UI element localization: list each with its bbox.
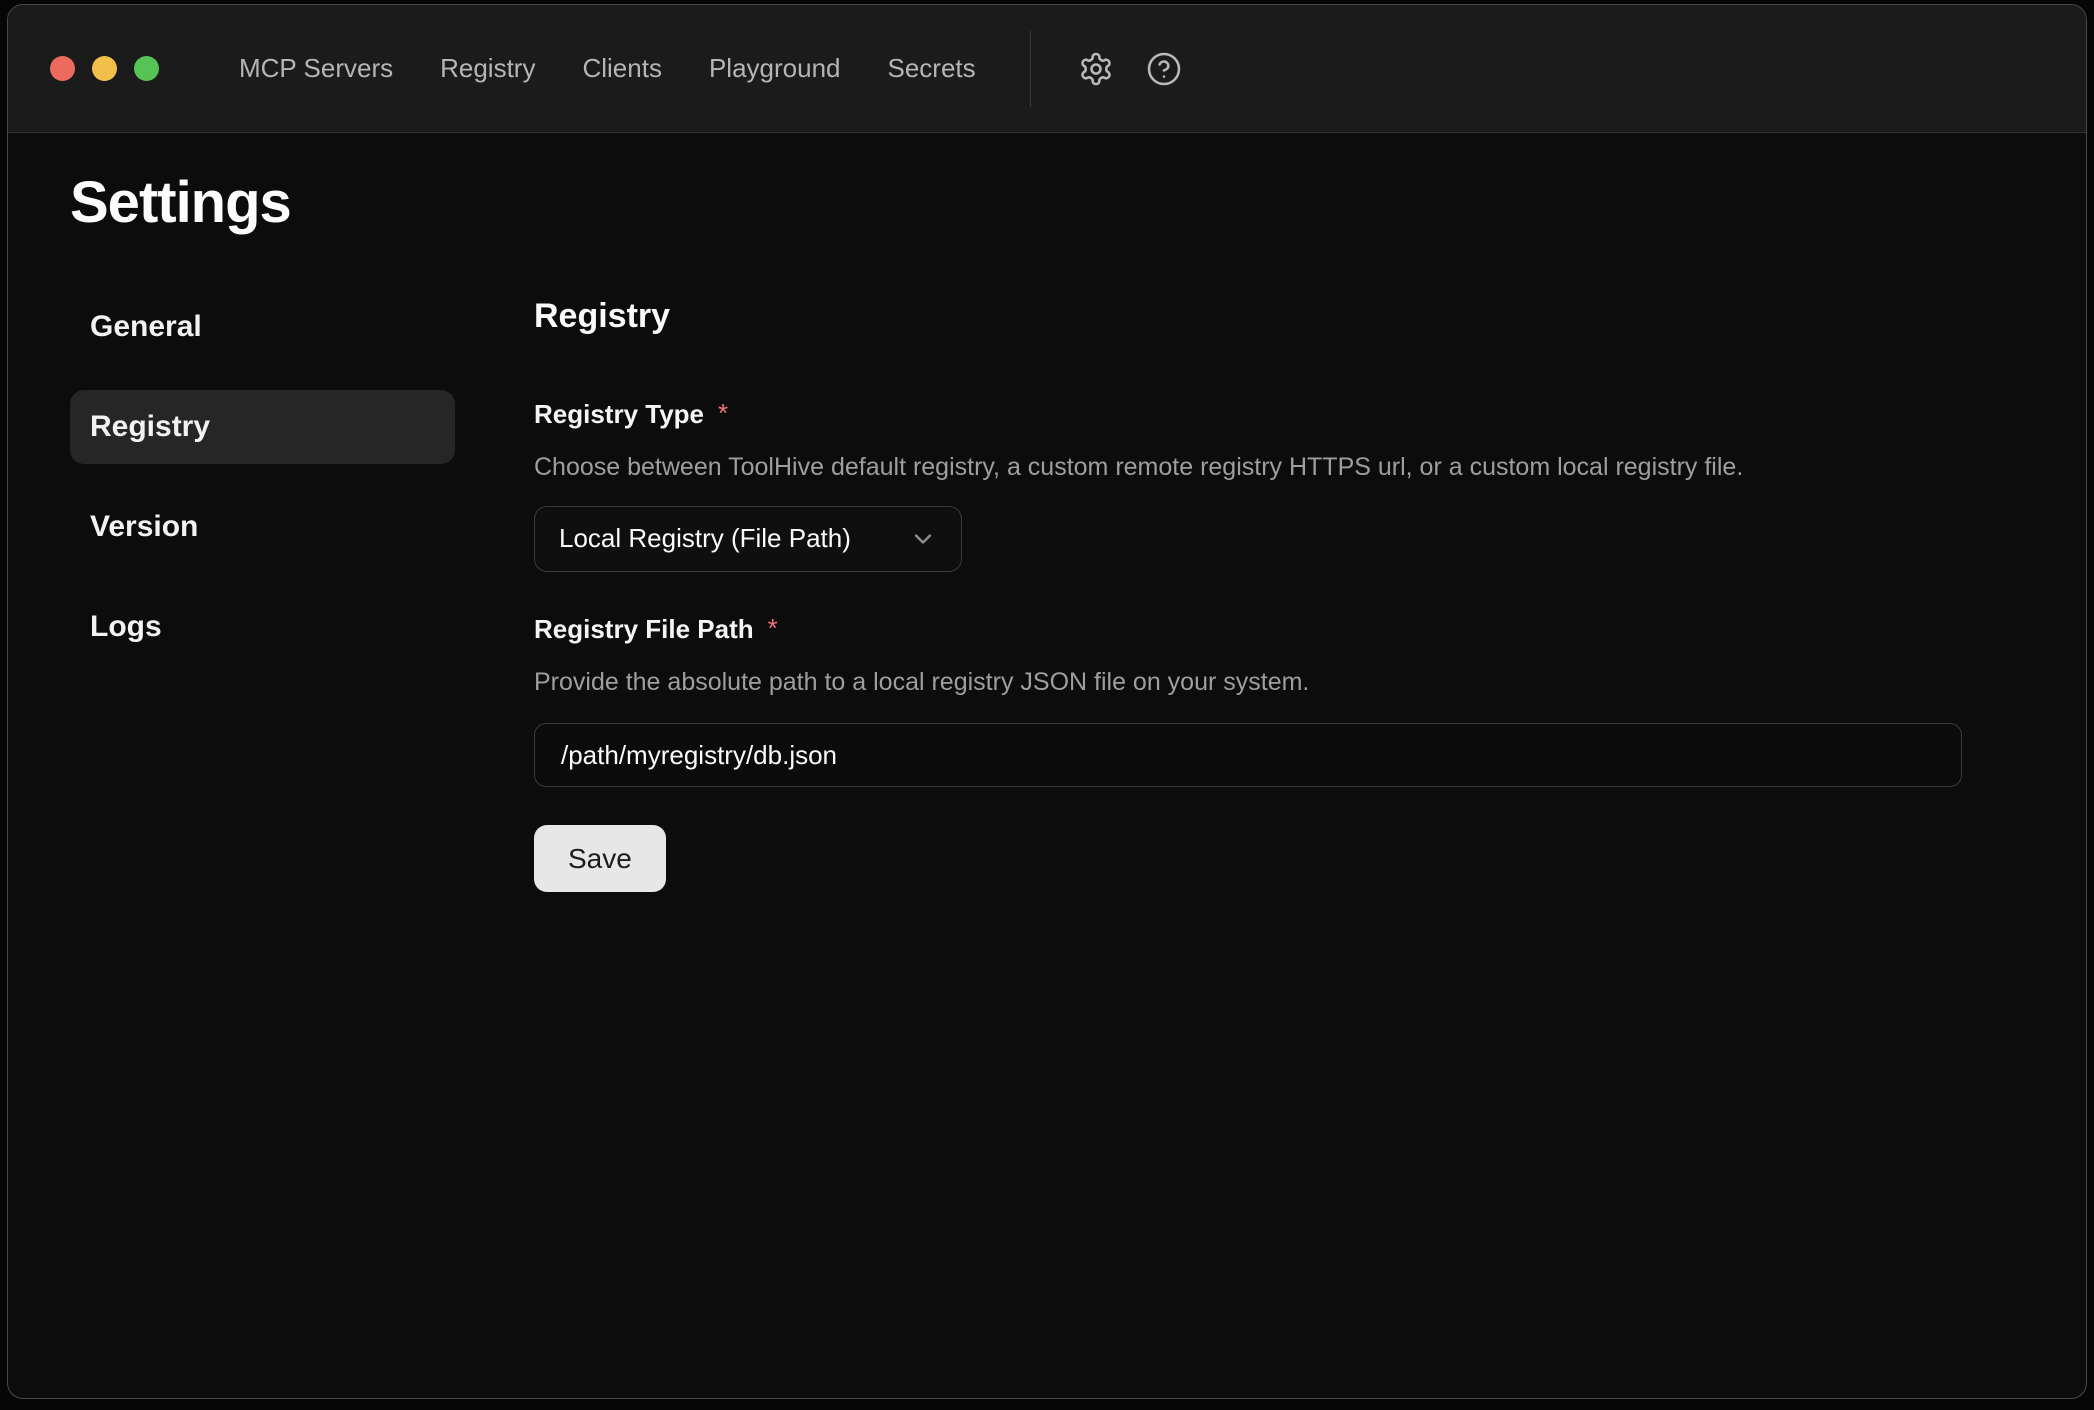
nav-item-clients[interactable]: Clients: [582, 53, 661, 84]
nav-item-registry[interactable]: Registry: [440, 53, 535, 84]
registry-type-selected-value: Local Registry (File Path): [559, 523, 851, 554]
settings-page: Settings General Registry Version Logs R…: [8, 173, 2086, 892]
sidebar-item-version[interactable]: Version: [70, 490, 455, 564]
app-window: MCP Servers Registry Clients Playground …: [7, 4, 2087, 1399]
save-button[interactable]: Save: [534, 825, 666, 892]
required-marker: *: [768, 613, 778, 644]
sidebar-item-logs[interactable]: Logs: [70, 590, 455, 664]
registry-file-path-description: Provide the absolute path to a local reg…: [534, 667, 1962, 697]
titlebar: MCP Servers Registry Clients Playground …: [8, 5, 2086, 133]
zoom-button[interactable]: [134, 56, 159, 81]
registry-type-label-row: Registry Type *: [534, 399, 1962, 430]
required-marker: *: [718, 398, 728, 429]
chevron-down-icon: [909, 525, 937, 553]
nav-item-secrets[interactable]: Secrets: [888, 53, 976, 84]
registry-file-path-input[interactable]: [534, 723, 1962, 787]
section-heading: Registry: [534, 296, 1962, 337]
registry-type-label: Registry Type: [534, 399, 704, 430]
gear-icon[interactable]: [1077, 50, 1115, 88]
sidebar-item-registry[interactable]: Registry: [70, 390, 455, 464]
registry-type-description: Choose between ToolHive default registry…: [534, 452, 1962, 482]
close-button[interactable]: [50, 56, 75, 81]
registry-file-path-label: Registry File Path: [534, 614, 754, 645]
nav-item-playground[interactable]: Playground: [709, 53, 841, 84]
help-circle-icon[interactable]: [1145, 50, 1183, 88]
registry-settings-panel: Registry Registry Type * Choose between …: [534, 290, 2024, 892]
registry-file-path-label-row: Registry File Path *: [534, 614, 1962, 645]
page-title: Settings: [70, 173, 2024, 234]
titlebar-divider: [1030, 31, 1031, 107]
settings-sidebar: General Registry Version Logs: [70, 290, 455, 892]
registry-type-select[interactable]: Local Registry (File Path): [534, 506, 962, 572]
sidebar-item-general[interactable]: General: [70, 290, 455, 364]
minimize-button[interactable]: [92, 56, 117, 81]
window-controls: [50, 56, 159, 81]
top-nav: MCP Servers Registry Clients Playground …: [239, 53, 976, 84]
nav-item-mcp-servers[interactable]: MCP Servers: [239, 53, 393, 84]
